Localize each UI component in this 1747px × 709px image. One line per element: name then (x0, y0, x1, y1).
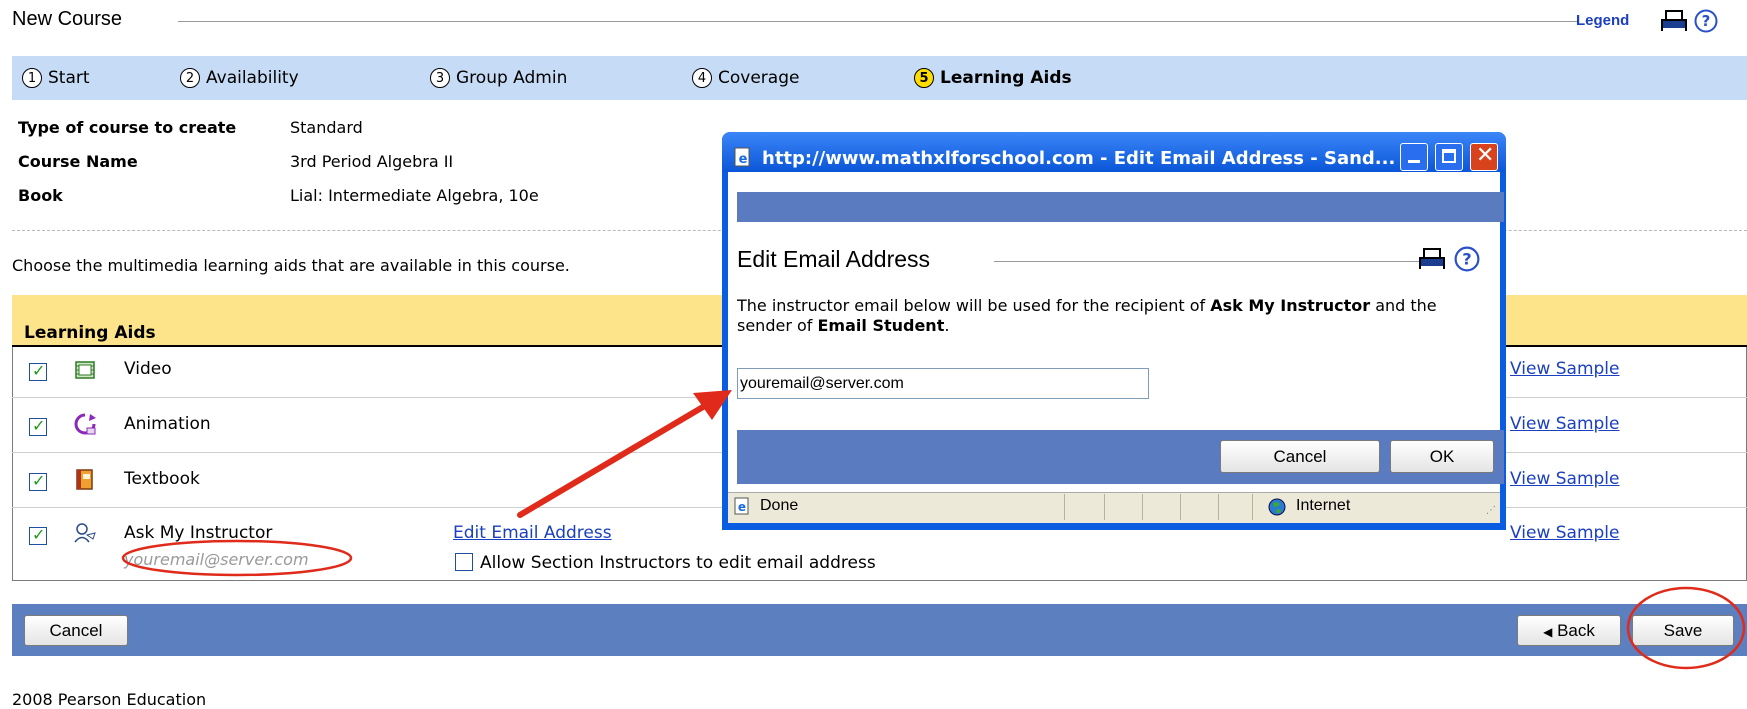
maximize-button[interactable] (1435, 143, 1463, 171)
minimize-icon (1408, 160, 1420, 163)
book-value: Lial: Intermediate Algebra, 10e (290, 186, 539, 205)
footer-copyright: 2008 Pearson Education (12, 690, 207, 709)
step-label: Start (48, 68, 90, 88)
desc-text: . (944, 316, 950, 335)
popup-button-bar (737, 430, 1504, 484)
view-sample-textbook-link[interactable]: View Sample (1510, 469, 1620, 489)
view-sample-video-link[interactable]: View Sample (1510, 359, 1620, 379)
svg-text:?: ? (1462, 249, 1471, 268)
popup-heading: Edit Email Address (737, 246, 931, 272)
popup-status-bar (728, 492, 1500, 523)
help-icon[interactable]: ? (1454, 246, 1480, 272)
course-name-label: Course Name (18, 152, 138, 171)
step-label: Availability (206, 68, 299, 88)
video-checkbox[interactable] (29, 361, 47, 381)
popup-window-title: http://www.mathxlforschool.com - Edit Em… (762, 148, 1396, 169)
email-student-term: Email Student (817, 316, 945, 335)
ie-page-icon: e (734, 147, 750, 167)
step-group-admin[interactable]: 3 Group Admin (430, 68, 567, 88)
step-number: 5 (914, 68, 934, 88)
status-divider (1252, 494, 1253, 520)
step-number: 3 (430, 68, 450, 88)
status-divider (1180, 494, 1181, 520)
status-divider (1064, 494, 1065, 520)
svg-text:e: e (738, 500, 746, 514)
action-bar (12, 604, 1747, 656)
step-label: Coverage (718, 68, 800, 88)
cancel-button[interactable]: Cancel (24, 615, 128, 646)
step-label: Group Admin (456, 68, 568, 88)
page-title: New Course (12, 8, 123, 30)
course-type-value: Standard (290, 118, 363, 137)
step-availability[interactable]: 2 Availability (180, 68, 299, 88)
resize-grip-icon[interactable]: ⋰ (1486, 505, 1496, 516)
email-input[interactable] (737, 368, 1149, 399)
instructor-icon (74, 523, 96, 543)
book-label: Book (18, 186, 63, 205)
course-name-value: 3rd Period Algebra II (290, 152, 454, 171)
back-button-label: Back (1557, 621, 1595, 640)
step-number: 4 (692, 68, 712, 88)
popup-heading-divider (994, 261, 1424, 262)
view-sample-instructor-link[interactable]: View Sample (1510, 523, 1620, 543)
popup-description: The instructor email below will be used … (737, 296, 1467, 336)
help-icon[interactable]: ? (1694, 9, 1718, 33)
save-button[interactable]: Save (1632, 615, 1734, 646)
learning-aids-header-label: Learning Aids (24, 323, 156, 343)
textbook-checkbox[interactable] (29, 471, 47, 491)
step-label: Learning Aids (940, 68, 1072, 88)
popup-cancel-button[interactable]: Cancel (1220, 440, 1380, 473)
close-button[interactable]: ✕ (1470, 143, 1498, 171)
instructions-text: Choose the multimedia learning aids that… (12, 256, 570, 275)
back-arrow-icon: ◀ (1543, 625, 1553, 639)
status-done: Done (760, 497, 799, 514)
print-icon[interactable] (1660, 10, 1688, 32)
aid-label-textbook: Textbook (124, 469, 200, 489)
aid-label-ask-instructor: Ask My Instructor (124, 523, 273, 543)
view-sample-animation-link[interactable]: View Sample (1510, 414, 1620, 434)
animation-icon (74, 413, 96, 435)
status-divider (1142, 494, 1143, 520)
status-divider (1218, 494, 1219, 520)
step-number: 2 (180, 68, 200, 88)
title-divider (178, 21, 1578, 22)
step-number: 1 (22, 68, 42, 88)
svg-text:e: e (739, 152, 748, 167)
close-icon: ✕ (1476, 143, 1495, 168)
status-divider (1104, 494, 1105, 520)
allow-edit-checkbox[interactable] (455, 553, 473, 571)
ie-page-icon: e (734, 497, 749, 515)
ask-my-instructor-term: Ask My Instructor (1210, 296, 1371, 315)
maximize-icon (1442, 149, 1456, 163)
aid-label-video: Video (124, 359, 172, 379)
course-type-label: Type of course to create (18, 118, 237, 137)
step-learning-aids[interactable]: 5 Learning Aids (914, 68, 1072, 88)
globe-icon (1268, 498, 1286, 516)
popup-ok-button[interactable]: OK (1390, 440, 1494, 473)
minimize-button[interactable] (1400, 143, 1428, 171)
ask-instructor-checkbox[interactable] (29, 525, 47, 545)
status-zone: Internet (1296, 497, 1351, 514)
aid-label-animation: Animation (124, 414, 211, 434)
step-coverage[interactable]: 4 Coverage (692, 68, 799, 88)
desc-text: The instructor email below will be used … (737, 296, 1211, 315)
svg-text:?: ? (1702, 12, 1711, 30)
popup-top-bar (737, 192, 1504, 222)
wizard-steps-bar: 1 Start 2 Availability 3 Group Admin 4 C… (12, 56, 1747, 100)
step-start[interactable]: 1 Start (22, 68, 90, 88)
animation-checkbox[interactable] (29, 416, 47, 436)
edit-email-link[interactable]: Edit Email Address (453, 523, 612, 543)
instructor-email-text: youremail@server.com (124, 550, 309, 569)
legend-link[interactable]: Legend (1576, 12, 1629, 29)
allow-edit-label: Allow Section Instructors to edit email … (480, 553, 876, 573)
back-button[interactable]: ◀ Back (1517, 615, 1621, 646)
print-icon[interactable] (1418, 248, 1446, 270)
film-icon (75, 361, 95, 379)
book-icon (76, 469, 93, 490)
